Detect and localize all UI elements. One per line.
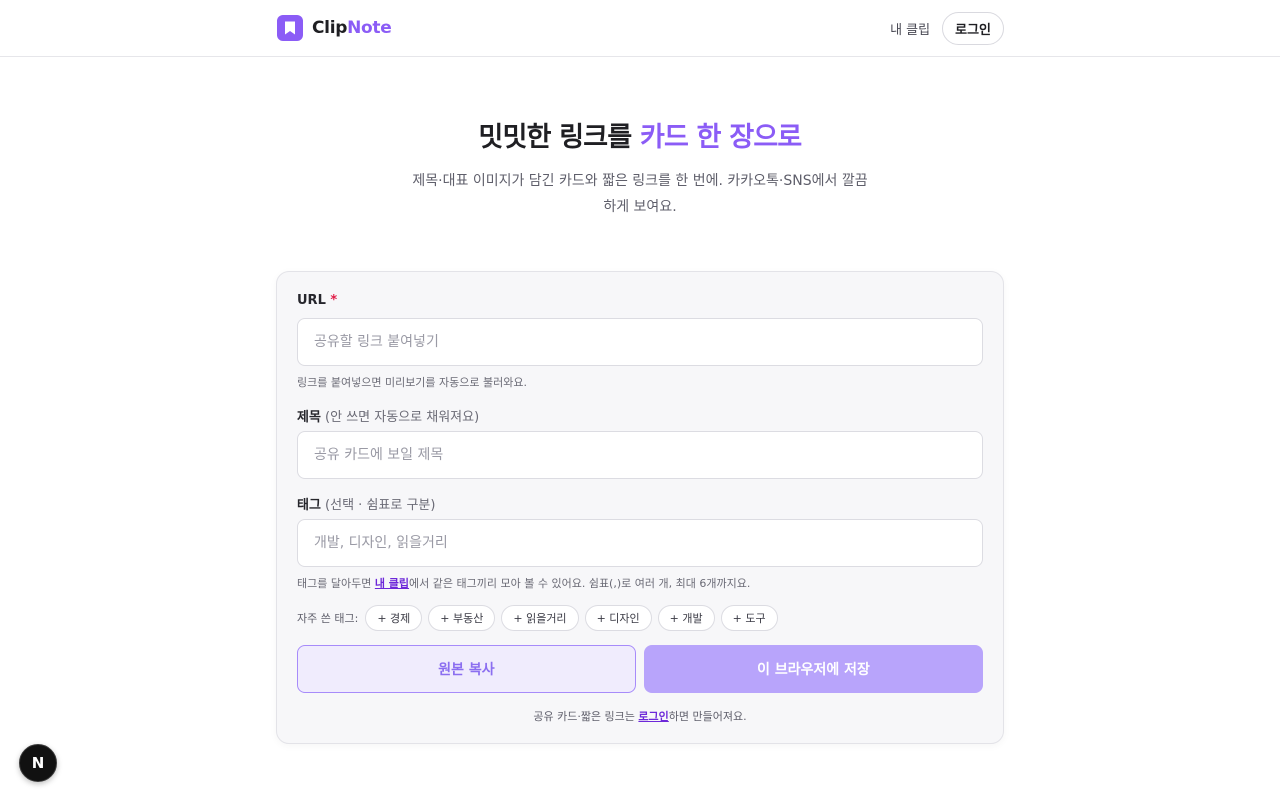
title-label-text: 제목 [297, 410, 321, 425]
footnote-after: 하면 만들어져요. [668, 710, 747, 723]
brand-name-part2: Note [347, 18, 392, 38]
frequent-tags-label: 자주 쓴 태그: [297, 612, 359, 625]
login-button[interactable]: 로그인 [942, 11, 1004, 45]
tag-chip-real-estate[interactable]: + 부동산 [428, 605, 496, 631]
tag-chip-tools[interactable]: + 도구 [720, 605, 778, 631]
title-label: 제목 (안 쓰면 자동으로 채워져요) [297, 406, 479, 425]
login-footnote: 공유 카드·짧은 링크는 로그인하면 만들어져요. [277, 708, 1003, 724]
tags-label-text: 태그 [297, 498, 321, 513]
site-header: ClipNote 내 클립 로그인 [0, 0, 1280, 57]
url-label: URL * [297, 293, 337, 308]
my-clips-inline-link[interactable]: 내 클립 [375, 577, 409, 590]
create-clip-form: URL * 링크를 붙여넣으면 미리보기를 자동으로 불러와요. 제목 (안 쓰… [276, 271, 1004, 744]
tag-chip-dev[interactable]: + 개발 [657, 605, 715, 631]
title-label-hint: (안 쓰면 자동으로 채워져요) [320, 410, 480, 425]
tags-input[interactable] [297, 519, 983, 567]
tags-help-text: 태그를 달아두면 내 클립에서 같은 태그끼리 모아 볼 수 있어요. 쉼표(,… [297, 575, 750, 591]
nav-my-clips-link[interactable]: 내 클립 [890, 19, 930, 38]
top-nav: 내 클립 로그인 [890, 11, 1004, 45]
tag-chip-economy[interactable]: + 경제 [365, 605, 423, 631]
tags-help-before: 태그를 달아두면 [297, 577, 375, 590]
tags-label: 태그 (선택 · 쉼표로 구분) [297, 494, 435, 513]
url-label-text: URL [297, 293, 326, 308]
header-inner: ClipNote 내 클립 로그인 [277, 0, 1004, 56]
frequent-tags-row: 자주 쓴 태그: + 경제 + 부동산 + 읽을거리 + 디자인 + 개발 + … [297, 605, 778, 631]
title-input[interactable] [297, 431, 983, 479]
url-help-text: 링크를 붙여넣으면 미리보기를 자동으로 불러와요. [297, 376, 528, 389]
url-input[interactable] [297, 318, 983, 366]
brand-name-part1: Clip [312, 18, 348, 38]
brand-name: ClipNote [312, 18, 392, 38]
hero-subtitle: 제목·대표 이미지가 담긴 카드와 짧은 링크를 한 번에. 카카오톡·SNS에… [412, 173, 868, 215]
footnote-login-link[interactable]: 로그인 [638, 710, 668, 723]
required-mark: * [330, 293, 338, 308]
hero-title-accent: 카드 한 장으로 [640, 122, 802, 153]
copy-original-button[interactable]: 원본 복사 [297, 645, 636, 693]
tag-chip-design[interactable]: + 디자인 [584, 605, 652, 631]
footnote-before: 공유 카드·짧은 링크는 [533, 710, 639, 723]
save-to-browser-button[interactable]: 이 브라우저에 저장 [644, 645, 983, 693]
nextjs-icon[interactable]: N [19, 744, 57, 782]
hero-title: 밋밋한 링크를 카드 한 장으로 [0, 118, 1280, 158]
tag-chip-reading[interactable]: + 읽을거리 [501, 605, 579, 631]
bookmark-icon [277, 15, 303, 41]
brand-logo-link[interactable]: ClipNote [277, 15, 392, 41]
hero-title-plain: 밋밋한 링크를 [478, 122, 640, 153]
tags-label-hint: (선택 · 쉼표로 구분) [320, 498, 436, 513]
tags-help-after: 에서 같은 태그끼리 모아 볼 수 있어요. 쉼표(,)로 여러 개, 최대 6… [409, 577, 751, 590]
